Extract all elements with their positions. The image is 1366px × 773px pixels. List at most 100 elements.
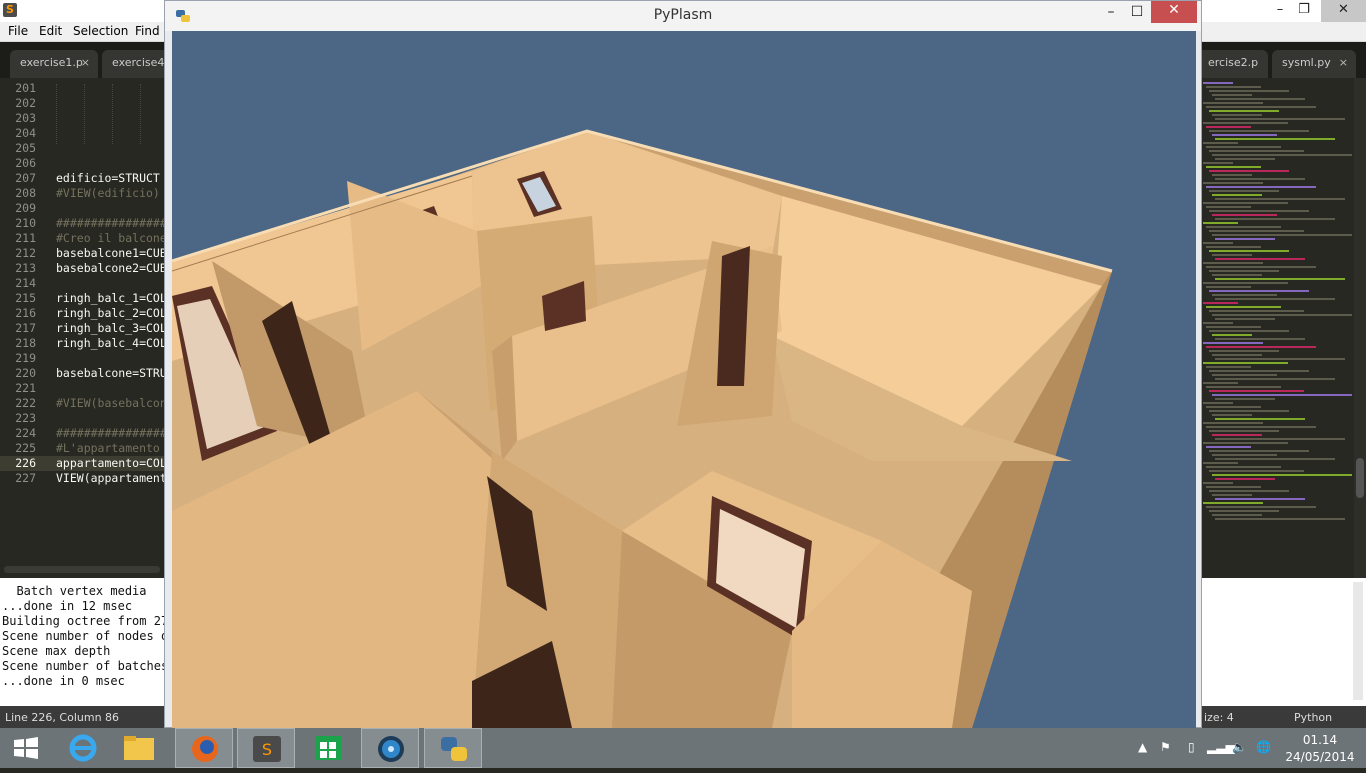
code-line[interactable]: 221 xyxy=(0,381,164,396)
minimap-line xyxy=(1212,134,1277,136)
code-line[interactable]: 224 ################ xyxy=(0,426,167,441)
minimap-line xyxy=(1203,402,1233,404)
minimap-line xyxy=(1209,410,1289,412)
code-line[interactable]: 208 #VIEW(edificio) xyxy=(0,186,164,201)
line-number: 207 xyxy=(15,171,36,185)
code-line[interactable]: 205 xyxy=(0,141,164,156)
minimap-line xyxy=(1215,518,1345,520)
code-line[interactable]: 222 #VIEW(basebalcon xyxy=(0,396,167,411)
minimap-line xyxy=(1203,262,1263,264)
taskbar-store[interactable] xyxy=(299,728,357,768)
tab-exercise2[interactable]: ercise2.p xyxy=(1198,50,1268,78)
minimap[interactable] xyxy=(1201,78,1352,548)
taskbar-internet-explorer[interactable] xyxy=(54,728,112,768)
editor-scrollbar[interactable] xyxy=(1354,78,1366,578)
pyplasm-minimize-button[interactable]: – xyxy=(1097,3,1125,23)
code-line[interactable]: 227 VIEW(appartament xyxy=(0,471,167,486)
horizontal-scrollbar[interactable] xyxy=(4,566,160,573)
code-text: ringh_balc_3=COL xyxy=(56,321,167,335)
sublime-close-button[interactable]: ✕ xyxy=(1321,0,1366,22)
console-scrollbar[interactable] xyxy=(1353,582,1363,700)
scrollbar-thumb[interactable] xyxy=(1356,458,1364,498)
code-line[interactable]: 220 basebalcone=STRU xyxy=(0,366,167,381)
code-line[interactable]: 206 xyxy=(0,156,164,171)
minimap-line xyxy=(1212,394,1352,396)
minimap-line xyxy=(1206,466,1281,468)
minimap-line xyxy=(1203,462,1238,464)
taskbar-python[interactable] xyxy=(424,728,482,768)
code-text: #Creo il balcone xyxy=(56,231,167,245)
taskbar-media-app[interactable] xyxy=(361,728,419,768)
media-app-icon xyxy=(378,736,404,762)
menu-selection[interactable]: Selection xyxy=(73,24,128,38)
minimap-line xyxy=(1212,114,1262,116)
code-line[interactable]: 213 basebalcone2=CUB xyxy=(0,261,167,276)
line-number: 218 xyxy=(15,336,36,350)
minimap-line xyxy=(1206,126,1251,128)
volume-icon[interactable]: 🔈 xyxy=(1232,740,1247,754)
action-center-flag-icon[interactable]: ⚑ xyxy=(1160,740,1171,754)
pyplasm-titlebar[interactable]: PyPlasm – ☐ ✕ xyxy=(165,1,1201,31)
minimap-line xyxy=(1209,370,1309,372)
code-line[interactable]: 202 xyxy=(0,96,164,111)
code-line[interactable]: 211 #Creo il balcone xyxy=(0,231,167,246)
3d-viewport[interactable] xyxy=(172,31,1196,728)
code-line[interactable]: 204 xyxy=(0,126,164,141)
minimap-line xyxy=(1209,210,1309,212)
battery-icon[interactable]: ▯ xyxy=(1188,740,1195,754)
code-line[interactable]: 210 ################ xyxy=(0,216,167,231)
code-line[interactable]: 226 appartamento=COL xyxy=(0,456,167,471)
clock-time[interactable]: 01.14 xyxy=(1290,733,1350,747)
code-line[interactable]: 217 ringh_balc_3=COL xyxy=(0,321,167,336)
pyplasm-maximize-button[interactable]: ☐ xyxy=(1123,3,1151,23)
tab-exercise1[interactable]: exercise1.p × xyxy=(10,50,98,78)
minimap-line xyxy=(1215,318,1275,320)
menu-find[interactable]: Find xyxy=(135,24,160,38)
menu-file[interactable]: File xyxy=(8,24,28,38)
code-line[interactable]: 201 xyxy=(0,81,164,96)
sublime-maximize-button[interactable]: ❐ xyxy=(1288,0,1320,22)
line-number: 225 xyxy=(15,441,36,455)
line-number: 215 xyxy=(15,291,36,305)
minimap-line xyxy=(1212,274,1262,276)
code-line[interactable]: 207 edificio=STRUCT xyxy=(0,171,164,186)
code-line[interactable]: 215 ringh_balc_1=COL xyxy=(0,291,167,306)
minimap-line xyxy=(1209,290,1309,292)
tab-size[interactable]: ize: 4 xyxy=(1204,711,1234,724)
minimap-line xyxy=(1215,458,1335,460)
minimap-line xyxy=(1209,350,1279,352)
code-line[interactable]: 214 xyxy=(0,276,164,291)
syntax-mode[interactable]: Python xyxy=(1294,711,1332,724)
minimap-line xyxy=(1206,166,1261,168)
code-editor[interactable]: 201 202 203 204 205 206 207 edificio=STRUCT 208 #… xyxy=(0,78,167,568)
minimap-line xyxy=(1212,374,1277,376)
code-line[interactable]: 218 ringh_balc_4=COL xyxy=(0,336,167,351)
code-line[interactable]: 212 basebalcone1=CUB xyxy=(0,246,167,261)
close-icon[interactable]: × xyxy=(81,50,90,76)
start-icon xyxy=(14,737,38,759)
code-line[interactable]: 209 xyxy=(0,201,164,216)
clock-date[interactable]: 24/05/2014 xyxy=(1284,750,1356,764)
minimap-line xyxy=(1209,450,1309,452)
network-signal-icon[interactable]: ▂▃▅ xyxy=(1207,740,1235,754)
code-line[interactable]: 223 xyxy=(0,411,164,426)
menu-edit[interactable]: Edit xyxy=(39,24,62,38)
tab-exercise4[interactable]: exercise4. xyxy=(102,50,172,78)
taskbar-firefox[interactable] xyxy=(175,728,233,768)
language-globe-icon[interactable]: 🌐 xyxy=(1256,740,1271,754)
console-line: Scene max depth xyxy=(2,644,111,658)
code-line[interactable]: 219 xyxy=(0,351,164,366)
start-button[interactable] xyxy=(0,728,58,768)
code-line[interactable]: 203 xyxy=(0,111,164,126)
code-line[interactable]: 225 #L'appartamento xyxy=(0,441,164,456)
taskbar-file-explorer[interactable] xyxy=(110,728,168,768)
show-hidden-icons-icon[interactable]: ▲ xyxy=(1138,740,1147,754)
code-line[interactable]: 216 ringh_balc_2=COL xyxy=(0,306,167,321)
taskbar-sublime-text[interactable]: S xyxy=(237,728,295,768)
close-icon[interactable]: × xyxy=(1339,50,1348,76)
code-text: #L'appartamento xyxy=(56,441,160,455)
tab-label: exercise4. xyxy=(112,56,168,69)
minimap-line xyxy=(1206,246,1261,248)
pyplasm-close-button[interactable]: ✕ xyxy=(1151,1,1197,23)
tab-sysml[interactable]: sysml.py × xyxy=(1272,50,1356,78)
